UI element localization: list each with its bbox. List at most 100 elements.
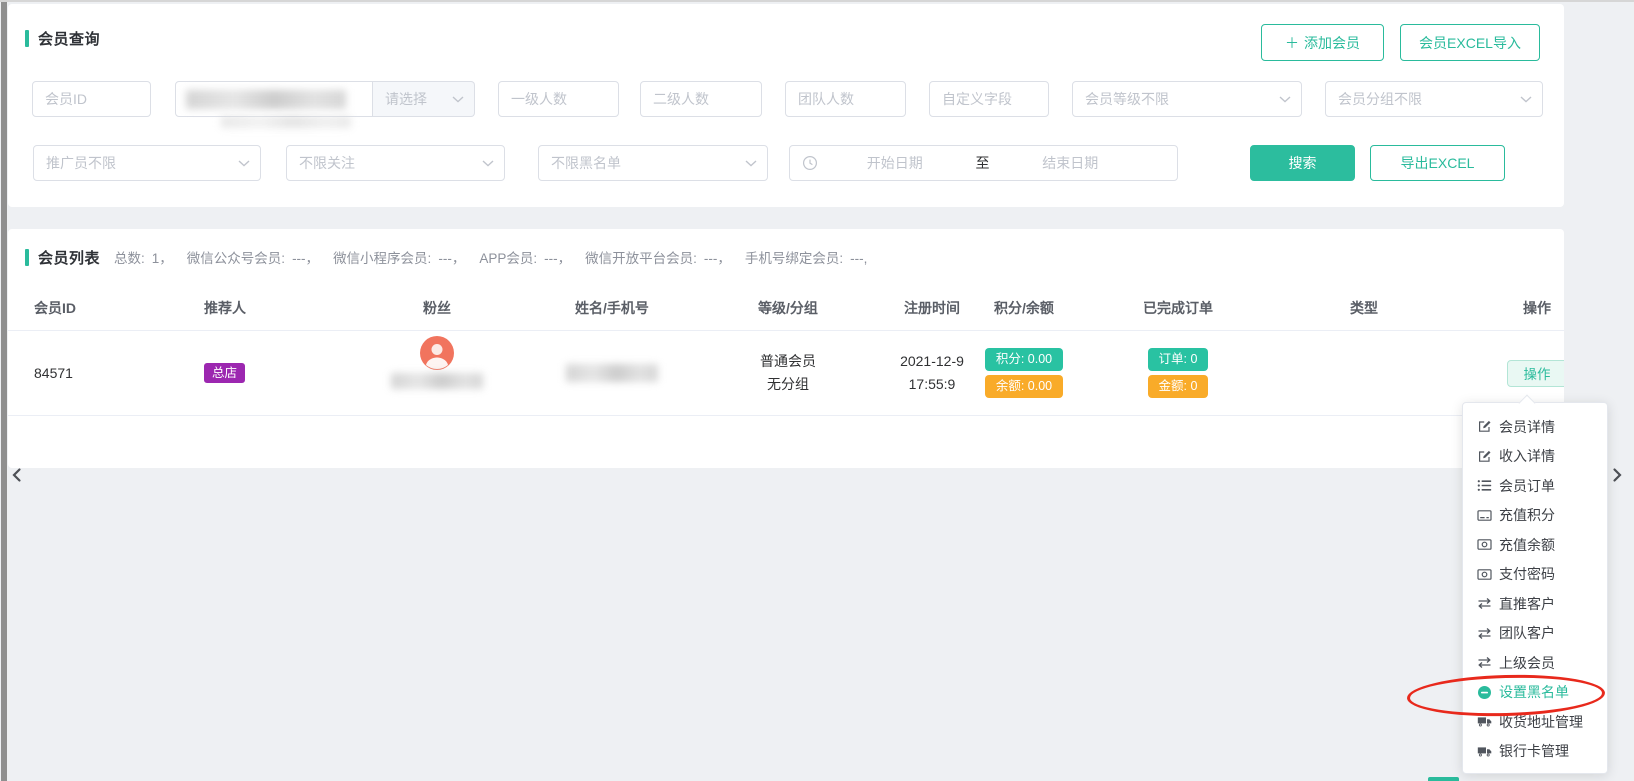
edit-icon <box>1477 449 1492 464</box>
chevron-down-icon <box>1520 90 1532 108</box>
pagination-active-button-peek[interactable] <box>1428 777 1459 781</box>
chevron-down-icon <box>745 154 757 172</box>
menu-item-direct-customers[interactable]: 直推客户 <box>1463 589 1607 619</box>
search-button[interactable]: 搜索 <box>1250 145 1355 181</box>
accent-bar <box>25 249 29 266</box>
accent-bar <box>25 30 29 47</box>
member-group-select[interactable]: 会员分组不限 <box>1325 81 1543 117</box>
clock-icon <box>802 155 818 171</box>
edit-icon <box>1477 419 1492 434</box>
excel-import-label: 会员EXCEL导入 <box>1419 33 1521 53</box>
truck-icon <box>1477 744 1492 759</box>
custom-field-input[interactable] <box>929 81 1049 117</box>
member-group: 无分组 <box>760 373 816 396</box>
menu-item-payment-password[interactable]: 支付密码 <box>1463 560 1607 590</box>
col-header-member-id: 会员ID <box>34 285 174 330</box>
query-panel-head: 会员查询 ＋ 添加会员 会员EXCEL导入 <box>8 4 1564 72</box>
row-action-button[interactable]: 操作 <box>1507 360 1565 387</box>
table-header-row: 会员ID 推荐人 粉丝 姓名/手机号 等级/分组 注册时间 积分/余额 已完成订… <box>8 285 1564 331</box>
cell-referrer: 总店 <box>204 331 344 415</box>
menu-item-shipping-address[interactable]: 收货地址管理 <box>1463 707 1607 737</box>
col-header-completed-orders: 已完成订单 <box>1098 285 1258 330</box>
col-header-points-balance: 积分/余额 <box>944 285 1104 330</box>
query-panel-title: 会员查询 <box>38 28 100 49</box>
list-panel-title: 会员列表 <box>38 247 100 268</box>
cell-completed-orders: 订单: 0 金额: 0 <box>1098 331 1258 415</box>
menu-item-recharge-balance[interactable]: 充值余额 <box>1463 530 1607 560</box>
menu-item-member-orders[interactable]: 会员订单 <box>1463 471 1607 501</box>
team-count-input[interactable] <box>785 81 906 117</box>
start-date-placeholder[interactable]: 开始日期 <box>818 153 972 173</box>
money-icon <box>1477 567 1492 582</box>
chevron-down-icon <box>482 154 494 172</box>
row-action-dropdown-menu: 会员详情 收入详情 会员订单 充值积分 充值余额 支付密码 直推客户 团队客户 <box>1462 402 1608 774</box>
menu-item-team-customers[interactable]: 团队客户 <box>1463 619 1607 649</box>
blacklist-select[interactable]: 不限黑名单 <box>538 145 768 181</box>
member-admin-page: 会员查询 ＋ 添加会员 会员EXCEL导入 <box>0 0 1634 781</box>
scroll-right-arrow-icon[interactable] <box>1608 466 1626 484</box>
end-date-placeholder[interactable]: 结束日期 <box>994 153 1148 173</box>
cell-points-balance: 积分: 0.00 余额: 0.00 <box>944 331 1104 415</box>
col-header-type: 类型 <box>1284 285 1444 330</box>
vertical-scrollbar[interactable] <box>1 2 7 781</box>
points-badge: 积分: 0.00 <box>985 348 1063 371</box>
level1-count-input[interactable] <box>498 81 619 117</box>
promoter-select[interactable]: 推广员不限 <box>33 145 261 181</box>
menu-item-bank-cards[interactable]: 银行卡管理 <box>1463 737 1607 767</box>
money-icon <box>1477 537 1492 552</box>
excel-import-button[interactable]: 会员EXCEL导入 <box>1400 24 1540 61</box>
scroll-left-arrow-icon[interactable] <box>8 466 26 484</box>
export-excel-button[interactable]: 导出EXCEL <box>1370 145 1505 181</box>
menu-item-upline-member[interactable]: 上级会员 <box>1463 648 1607 678</box>
add-member-button[interactable]: ＋ 添加会员 <box>1261 24 1384 61</box>
chevron-down-icon <box>238 154 250 172</box>
date-range-picker[interactable]: 开始日期 至 结束日期 <box>789 145 1178 181</box>
redacted-blur <box>186 90 346 109</box>
member-level-select[interactable]: 会员等级不限 <box>1072 81 1302 117</box>
swap-icon <box>1477 655 1492 670</box>
amount-badge: 金额: 0 <box>1148 375 1209 398</box>
col-header-name-phone: 姓名/手机号 <box>532 285 692 330</box>
chevron-down-icon <box>1279 90 1291 108</box>
menu-item-income-detail[interactable]: 收入详情 <box>1463 442 1607 472</box>
menu-item-recharge-points[interactable]: 充值积分 <box>1463 501 1607 531</box>
member-id-input[interactable] <box>32 81 151 117</box>
date-separator: 至 <box>972 153 994 173</box>
level2-count-input[interactable] <box>640 81 762 117</box>
minus-circle-icon <box>1477 685 1492 700</box>
cell-fans <box>357 331 517 415</box>
chevron-down-icon <box>452 90 464 108</box>
orders-badge: 订单: 0 <box>1148 348 1209 371</box>
name-phone-redacted <box>566 364 658 382</box>
table-row: 84571 总店 普通会员无分组 2021-12-917:55:9 积分: 0.… <box>8 331 1564 416</box>
card-icon <box>1477 508 1492 523</box>
swap-icon <box>1477 626 1492 641</box>
col-header-fans: 粉丝 <box>357 285 517 330</box>
menu-item-member-detail[interactable]: 会员详情 <box>1463 412 1607 442</box>
swap-icon <box>1477 596 1492 611</box>
follow-status-select[interactable]: 不限关注 <box>286 145 505 181</box>
cell-level-group: 普通会员无分组 <box>703 331 873 415</box>
plus-icon: ＋ <box>1285 36 1299 50</box>
list-panel-head: 会员列表 总数:1，微信公众号会员:---，微信小程序会员:---，APP会员:… <box>8 229 1564 285</box>
col-header-level-group: 等级/分组 <box>703 285 873 330</box>
member-level: 普通会员 <box>760 350 816 373</box>
add-member-label: 添加会员 <box>1304 33 1360 53</box>
keyword-input-redacted[interactable] <box>175 81 373 117</box>
member-list-panel: 会员列表 总数:1，微信公众号会员:---，微信小程序会员:---，APP会员:… <box>8 229 1564 468</box>
cell-member-id: 84571 <box>34 331 174 415</box>
list-icon <box>1477 478 1492 493</box>
cell-name-phone <box>532 331 692 415</box>
balance-badge: 余额: 0.00 <box>985 375 1063 398</box>
keyword-type-select[interactable]: 请选择 <box>373 81 475 117</box>
member-query-panel: 会员查询 ＋ 添加会员 会员EXCEL导入 <box>8 4 1564 207</box>
member-stats: 总数:1，微信公众号会员:---，微信小程序会员:---，APP会员:---，微… <box>114 247 867 267</box>
referrer-badge: 总店 <box>204 363 245 384</box>
filter-row-2: 推广员不限 不限关注 不限黑名单 开始日期 至 结束日期 搜索 导出EXCE <box>8 145 1564 181</box>
redacted-blur-spill <box>221 116 351 128</box>
cell-type <box>1284 331 1444 415</box>
col-header-action: 操作 <box>1457 285 1564 330</box>
col-header-referrer: 推荐人 <box>204 285 344 330</box>
menu-item-set-blacklist[interactable]: 设置黑名单 <box>1463 678 1607 708</box>
truck-icon <box>1477 714 1492 729</box>
